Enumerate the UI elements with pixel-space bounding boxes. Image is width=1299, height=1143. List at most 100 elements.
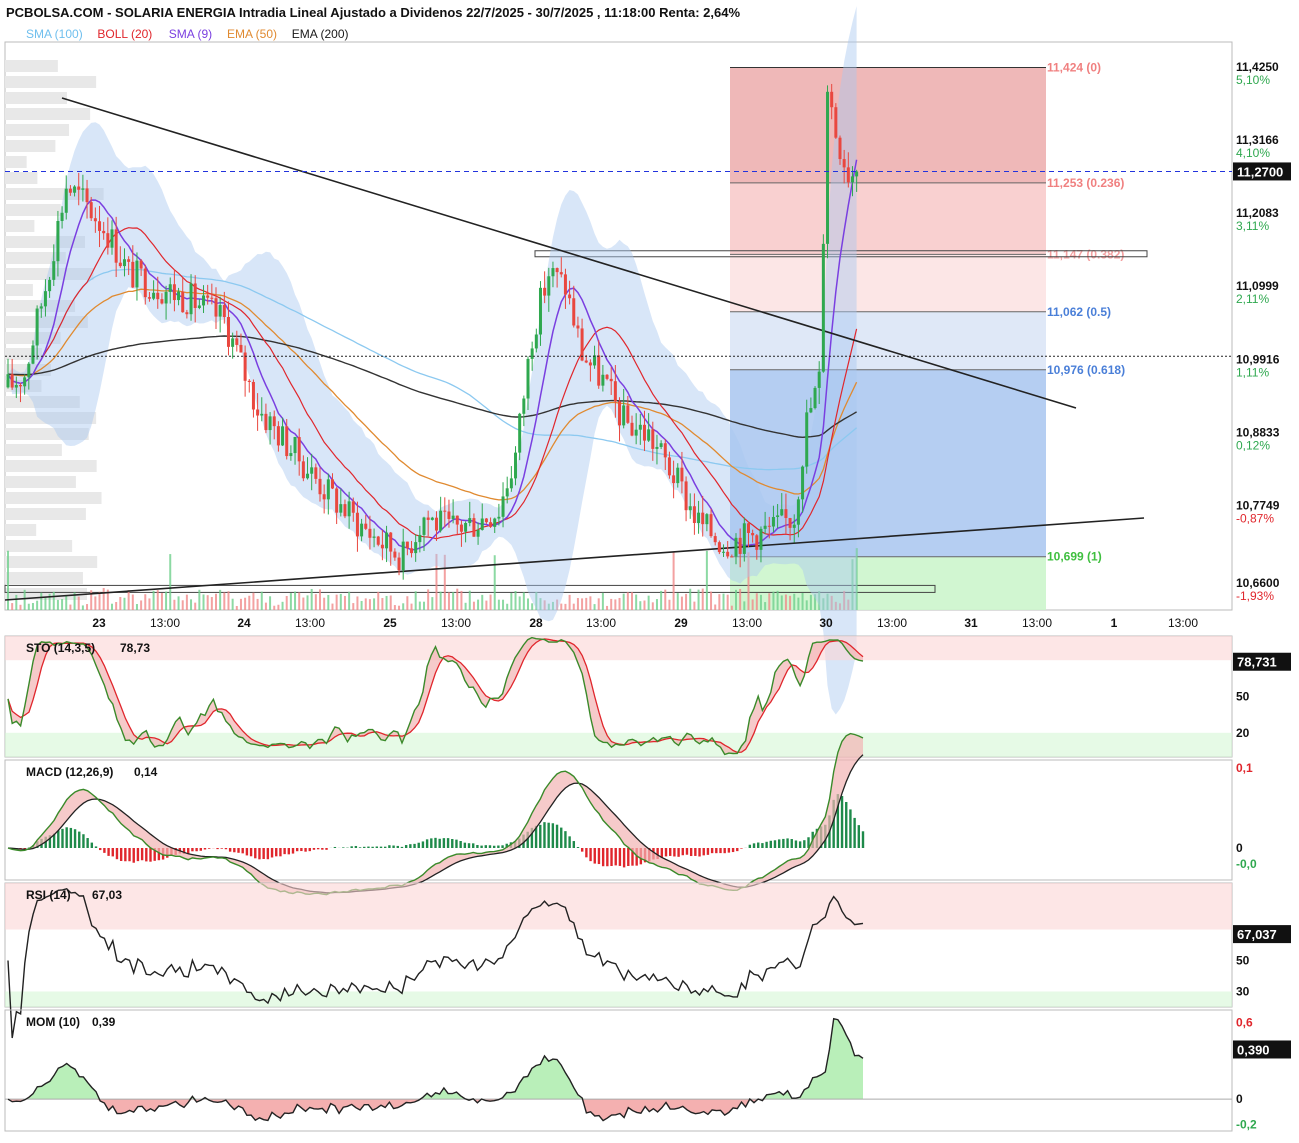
macd-hist-bar	[145, 848, 147, 861]
candle-body	[377, 537, 380, 545]
time-tick-10: 30	[819, 616, 833, 630]
candle-body	[223, 305, 226, 317]
volume-bar	[577, 598, 579, 610]
macd-hist-bar	[459, 841, 461, 848]
candle-body	[65, 189, 68, 213]
price-tick-2: 11,2083	[1236, 206, 1279, 220]
legend-item-1: BOLL (20)	[97, 27, 152, 41]
macd-hist-bar	[74, 829, 76, 848]
volume-bar	[677, 593, 679, 610]
time-tick-6: 28	[529, 616, 543, 630]
volume-bar	[660, 591, 662, 610]
candle-body	[69, 189, 72, 193]
macd-hist-bar	[774, 840, 776, 848]
candle-body	[830, 92, 833, 107]
volume-bar	[128, 590, 130, 610]
panel-badge-label: 78,731	[1237, 655, 1277, 670]
volume-profile-bar	[5, 460, 97, 472]
volume-profile-bar	[5, 492, 102, 504]
candle-body	[81, 188, 84, 189]
volume-bar	[211, 597, 213, 610]
macd-hist-bar	[242, 848, 244, 853]
candle-body	[789, 518, 792, 528]
volume-bar	[643, 601, 645, 610]
macd-hist-bar	[61, 829, 63, 848]
volume-bar	[236, 606, 238, 610]
macd-hist-bar	[204, 848, 206, 850]
macd-hist-bar	[325, 848, 327, 850]
candle-body	[277, 426, 280, 445]
macd-hist-bar	[849, 809, 851, 848]
macd-hist-bar	[438, 839, 440, 848]
volume-bar	[527, 598, 529, 610]
candle-body	[115, 229, 118, 262]
candle-body	[152, 293, 155, 299]
volume-bar	[53, 592, 55, 610]
volume-bar	[685, 594, 687, 610]
candle-body	[622, 405, 625, 425]
candle-body	[48, 280, 51, 291]
volume-bar	[448, 592, 450, 610]
macd-hist-bar	[581, 848, 583, 852]
macd-hist-bar	[619, 848, 621, 866]
macd-hist-bar	[862, 831, 864, 848]
candle-body	[797, 499, 800, 524]
candle-body	[273, 416, 276, 426]
macd-hist-bar	[719, 848, 721, 853]
volume-bar	[365, 598, 367, 610]
candle-body	[614, 381, 617, 401]
candle-body	[531, 348, 534, 358]
macd-hist-bar	[715, 848, 717, 853]
candle-body	[61, 213, 64, 221]
volume-bar	[203, 594, 205, 610]
candle-body	[235, 338, 238, 345]
macd-hist-bar	[795, 840, 797, 848]
candle-body	[181, 292, 184, 313]
panel-badge-label: 67,037	[1237, 927, 1277, 942]
macd-hist-bar	[547, 823, 549, 848]
candle-body	[36, 309, 39, 346]
volume-bar	[361, 601, 363, 610]
volume-bar	[161, 593, 163, 610]
candle-body	[768, 526, 771, 527]
candle-body	[676, 468, 679, 483]
candle-body	[169, 284, 172, 292]
candle-body	[843, 159, 846, 167]
candle-body	[568, 295, 571, 299]
candle-body	[581, 328, 584, 360]
volume-bar	[639, 601, 641, 610]
candle-body	[215, 298, 218, 316]
panel-value: 0,14	[134, 765, 158, 779]
time-tick-0: 23	[92, 616, 106, 630]
candle-body	[127, 259, 130, 262]
volume-bar	[194, 603, 196, 610]
macd-hist-bar	[95, 846, 97, 848]
candle-body	[435, 518, 438, 531]
macd-hist-bar	[434, 838, 436, 848]
volume-bar	[785, 595, 787, 610]
volume-bar	[648, 596, 650, 610]
volume-bar	[277, 605, 279, 610]
candle-body	[551, 268, 554, 276]
volume-profile-bar	[5, 284, 33, 296]
macd-hist-bar	[690, 848, 692, 856]
candle-body	[11, 374, 14, 387]
legend-item-4: EMA (200)	[292, 27, 349, 41]
fib-label-3: 11,062 (0.5)	[1047, 305, 1111, 319]
volume-bar	[94, 596, 96, 610]
candle-body	[31, 345, 34, 363]
macd-hist-bar	[321, 848, 323, 850]
volume-profile-bar	[5, 140, 55, 152]
panel-value: 67,03	[92, 888, 122, 902]
volume-bar	[148, 598, 150, 610]
panel-label: MACD (12,26,9)	[26, 765, 113, 779]
candle-body	[564, 274, 567, 294]
macd-hist-bar	[225, 848, 227, 849]
volume-bar	[631, 592, 633, 610]
volume-bar	[169, 554, 171, 610]
volume-bar	[257, 599, 259, 610]
candle-body	[747, 523, 750, 533]
candle-body	[385, 533, 388, 549]
volume-bar	[240, 599, 242, 610]
candle-body	[780, 509, 783, 515]
